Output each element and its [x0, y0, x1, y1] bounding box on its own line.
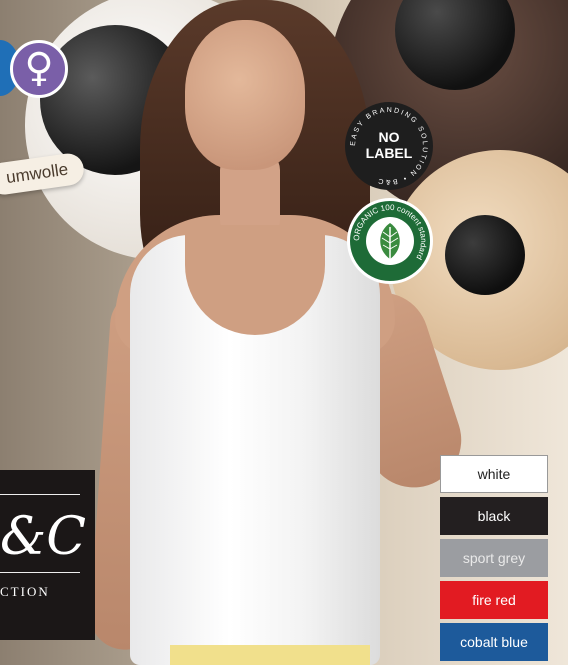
swatch-fire-red[interactable]: fire red	[440, 581, 548, 619]
color-swatches: white black sport grey fire red cobalt b…	[440, 455, 548, 665]
collection-rule-top	[0, 494, 80, 495]
female-icon: ♀	[10, 40, 68, 98]
organic-badge: ORGANIC 100 content standard	[347, 198, 433, 284]
collection-logo: &C CTION	[0, 470, 95, 640]
model-face	[185, 20, 305, 170]
leaf-icon	[380, 223, 400, 259]
swatch-cobalt-blue[interactable]: cobalt blue	[440, 623, 548, 661]
collection-wordmark: CTION	[0, 584, 50, 599]
product-photo: ♀ umwolle EASY BRANDING SOLUTION • B&C N…	[0, 0, 568, 665]
swatch-white[interactable]: white	[440, 455, 548, 493]
no-label-text: NO LABEL	[345, 129, 433, 161]
no-label-badge: EASY BRANDING SOLUTION • B&C NO LABEL	[345, 102, 433, 190]
collection-monogram: &C	[0, 507, 87, 567]
swatch-black[interactable]: black	[440, 497, 548, 535]
no-label-line1: NO	[378, 129, 400, 145]
no-label-line2: LABEL	[365, 145, 413, 161]
collection-rule-bottom	[0, 572, 80, 573]
gender-badge: ♀	[0, 40, 70, 100]
model-pants	[170, 645, 370, 665]
organic-inner	[366, 217, 414, 265]
swatch-sport-grey[interactable]: sport grey	[440, 539, 548, 577]
model-figure	[87, 0, 474, 665]
